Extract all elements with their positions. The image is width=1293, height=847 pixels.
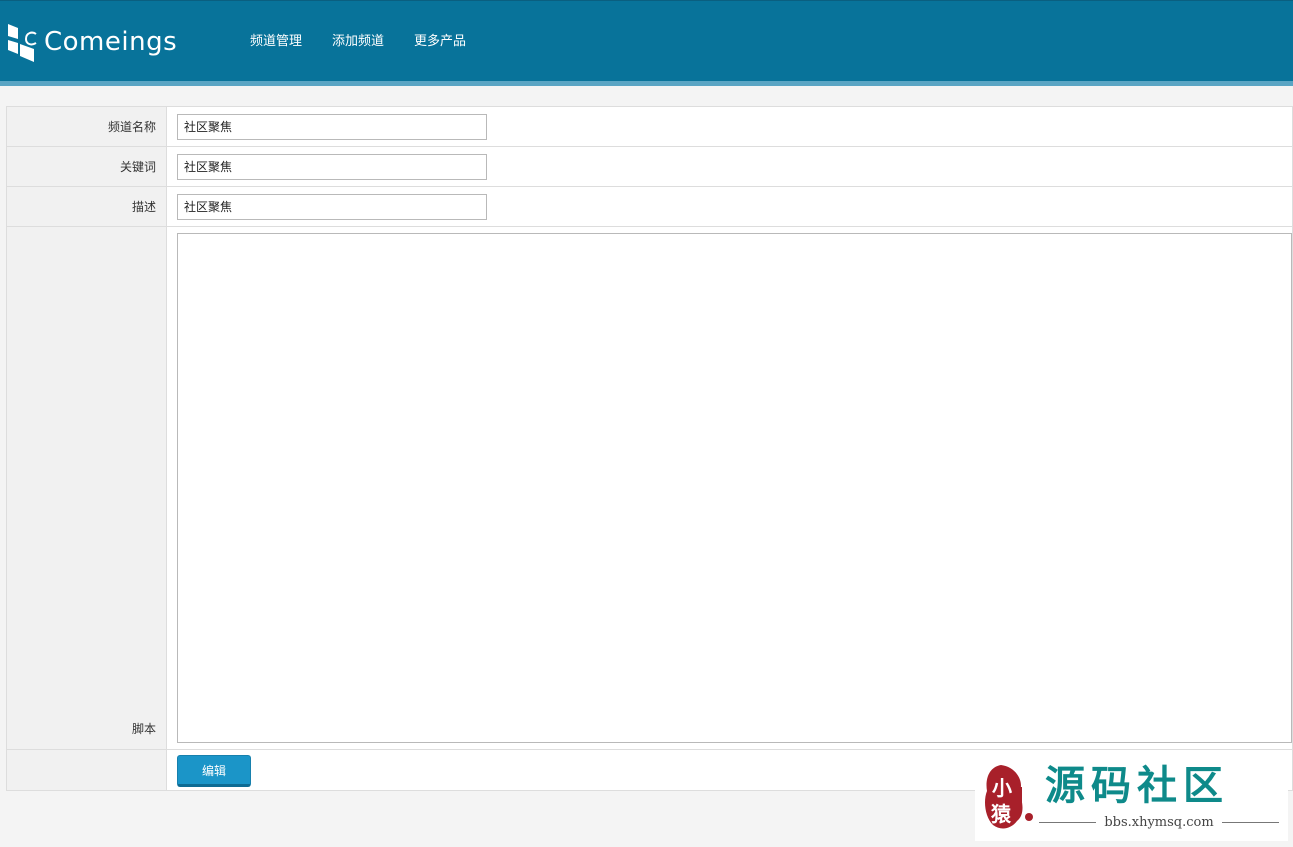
channel-name-input[interactable] [177,113,487,140]
actions-label-cell [6,749,167,791]
nav-add-channel[interactable]: 添加频道 [332,31,384,53]
edit-button[interactable]: 编辑 [177,755,251,787]
form-row-script: 脚本 [6,226,1293,750]
top-nav: 频道管理 添加频道 更多产品 [250,31,496,53]
nav-more-products[interactable]: 更多产品 [414,31,466,53]
nav-channel-management[interactable]: 频道管理 [250,31,302,53]
watermark-line-left [1039,822,1097,823]
seal-logo-icon: 小 猿 [985,765,1033,829]
watermark-line-right [1221,822,1280,823]
description-input[interactable] [177,193,487,220]
watermark-url-row: bbs.xhymsq.com [1039,815,1280,830]
watermark-title: 源码社区 [1045,762,1229,809]
channel-edit-form: 频道名称 关键词 描述 脚本 编辑 [6,106,1293,791]
logo-text: Comeings [44,27,178,57]
svg-text:猿: 猿 [990,802,1012,826]
keywords-label: 关键词 [6,146,167,187]
script-textarea[interactable] [177,233,1292,743]
form-row-description: 描述 [6,186,1293,227]
header-accent-strip [0,81,1293,86]
logo[interactable]: Comeings [8,20,177,64]
description-label: 描述 [6,186,167,227]
channel-name-label: 频道名称 [6,106,167,147]
watermark: 小 猿 源码社区 bbs.xhymsq.com [975,751,1288,841]
form-row-channel-name: 频道名称 [6,106,1293,147]
keywords-input[interactable] [177,153,487,180]
comeings-logo-icon [8,24,37,62]
form-row-keywords: 关键词 [6,146,1293,187]
script-label: 脚本 [6,226,167,750]
watermark-url: bbs.xhymsq.com [1104,815,1214,830]
header-bar: Comeings 频道管理 添加频道 更多产品 [0,0,1293,81]
svg-text:小: 小 [992,776,1012,800]
